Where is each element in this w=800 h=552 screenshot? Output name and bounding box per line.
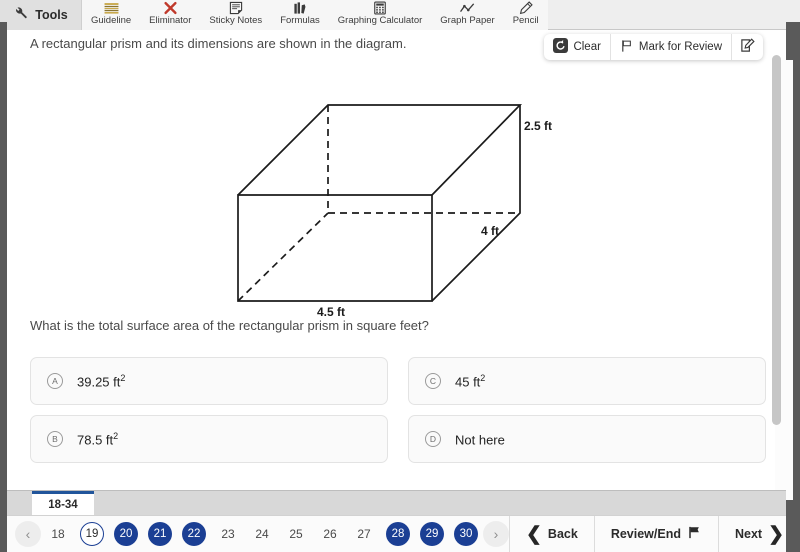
answer-choice-c[interactable]: C 45 ft2 bbox=[408, 357, 766, 405]
pager-page-23[interactable]: 23 bbox=[211, 521, 245, 547]
eliminator-x-icon bbox=[163, 1, 178, 15]
pager-page-27[interactable]: 27 bbox=[347, 521, 381, 547]
back-label: Back bbox=[547, 527, 578, 541]
flag-icon bbox=[687, 525, 702, 543]
tool-graph-paper-label: Graph Paper bbox=[440, 15, 495, 26]
choice-letter-c: C bbox=[425, 373, 441, 389]
pager-page-18[interactable]: 18 bbox=[41, 521, 75, 547]
question-stem: A rectangular prism and its dimensions a… bbox=[30, 36, 407, 51]
pager-page-25[interactable]: 25 bbox=[279, 521, 313, 547]
answer-choices: A 39.25 ft2 C 45 ft2 B 78.5 ft2 D Not he… bbox=[30, 357, 766, 463]
tool-formulas-label: Formulas bbox=[280, 15, 320, 26]
chevron-right-bold-icon: ❯ bbox=[768, 523, 784, 545]
choice-text-a: 39.25 ft2 bbox=[77, 372, 126, 390]
prism-top-face bbox=[237, 104, 523, 196]
pager-page-24[interactable]: 24 bbox=[245, 521, 279, 547]
window-left-border bbox=[0, 22, 7, 552]
undo-circle-icon bbox=[553, 38, 569, 56]
pencil-icon bbox=[519, 1, 533, 15]
guideline-icon bbox=[103, 1, 120, 15]
question-prompt: What is the total surface area of the re… bbox=[30, 318, 429, 333]
tool-sticky-notes-label: Sticky Notes bbox=[209, 15, 263, 26]
tool-eliminator-label: Eliminator bbox=[149, 15, 192, 26]
tool-graphing-calculator[interactable]: Graphing Calculator bbox=[328, 0, 432, 30]
clear-label: Clear bbox=[573, 41, 601, 53]
calculator-icon bbox=[373, 1, 387, 15]
tool-graph-paper[interactable]: Graph Paper bbox=[431, 0, 504, 30]
answer-choice-d[interactable]: D Not here bbox=[408, 415, 766, 463]
question-pager: ‹ 18 19 20 21 22 23 24 25 26 27 28 29 30… bbox=[7, 521, 509, 547]
pager-page-21[interactable]: 21 bbox=[143, 521, 177, 547]
question-actions: Clear Mark for Review bbox=[544, 34, 763, 60]
pager-page-30[interactable]: 30 bbox=[449, 521, 483, 547]
top-toolbar: Tools Guideline Eliminator Sticky Notes … bbox=[0, 0, 800, 30]
flag-icon bbox=[620, 39, 634, 56]
navigation-buttons: ❮ Back Review/End Next ❯ bbox=[509, 515, 800, 552]
answer-choice-b[interactable]: B 78.5 ft2 bbox=[30, 415, 388, 463]
clear-button[interactable]: Clear bbox=[544, 34, 611, 60]
wrench-icon bbox=[13, 5, 28, 25]
content-scrollbar-thumb[interactable] bbox=[772, 55, 781, 425]
review-end-label: Review/End bbox=[610, 527, 681, 541]
prism-hidden-diagonal-edge bbox=[237, 212, 329, 302]
prism-right-face bbox=[431, 105, 521, 302]
pager-page-19[interactable]: 19 bbox=[75, 521, 109, 547]
tool-guideline-label: Guideline bbox=[91, 15, 132, 26]
choice-letter-a: A bbox=[47, 373, 63, 389]
tool-pencil-label: Pencil bbox=[512, 15, 539, 26]
answer-choice-a[interactable]: A 39.25 ft2 bbox=[30, 357, 388, 405]
next-label: Next bbox=[734, 527, 763, 541]
tools-button[interactable]: Tools bbox=[0, 0, 82, 30]
chevron-left-icon: ‹ bbox=[25, 526, 31, 542]
pager-next-button[interactable]: › bbox=[483, 521, 509, 547]
pager-prev-button[interactable]: ‹ bbox=[15, 521, 41, 547]
tools-label: Tools bbox=[35, 8, 68, 22]
prism-front-face bbox=[237, 194, 433, 302]
dimension-label-depth: 4 ft bbox=[481, 224, 499, 238]
mark-for-review-button[interactable]: Mark for Review bbox=[611, 34, 732, 60]
pager-page-20[interactable]: 20 bbox=[109, 521, 143, 547]
choice-letter-b: B bbox=[47, 431, 63, 447]
pager-page-29[interactable]: 29 bbox=[415, 521, 449, 547]
bottom-navigation-bar: ‹ 18 19 20 21 22 23 24 25 26 27 28 29 30… bbox=[7, 515, 786, 552]
tab-18-34[interactable]: 18-34 bbox=[32, 491, 94, 516]
choice-letter-d: D bbox=[425, 431, 441, 447]
tool-sticky-notes[interactable]: Sticky Notes bbox=[200, 0, 272, 30]
choice-text-b: 78.5 ft2 bbox=[77, 430, 119, 448]
tool-graphing-calculator-label: Graphing Calculator bbox=[337, 15, 423, 26]
mark-for-review-label: Mark for Review bbox=[638, 41, 722, 53]
next-button[interactable]: Next ❯ bbox=[717, 515, 800, 552]
review-end-button[interactable]: Review/End bbox=[593, 515, 718, 552]
pager-page-28[interactable]: 28 bbox=[381, 521, 415, 547]
back-button[interactable]: ❮ Back bbox=[509, 515, 594, 552]
choice-text-d: Not here bbox=[455, 432, 505, 448]
dimension-label-height: 2.5 ft bbox=[524, 119, 553, 133]
pager-page-22[interactable]: 22 bbox=[177, 521, 211, 547]
prism-diagram: 2.5 ft 4 ft 4.5 ft bbox=[7, 58, 786, 323]
note-edit-icon bbox=[740, 38, 755, 56]
formulas-icon bbox=[293, 1, 307, 15]
sticky-notes-icon bbox=[229, 1, 243, 15]
chevron-left-bold-icon: ❮ bbox=[526, 523, 542, 545]
tool-guideline[interactable]: Guideline bbox=[82, 0, 141, 30]
chevron-right-icon: › bbox=[493, 526, 499, 542]
notes-button[interactable] bbox=[732, 34, 763, 60]
test-player-window: Tools Guideline Eliminator Sticky Notes … bbox=[0, 0, 800, 552]
choice-text-c: 45 ft2 bbox=[455, 372, 486, 390]
tool-pencil[interactable]: Pencil bbox=[503, 0, 548, 30]
question-pane: A rectangular prism and its dimensions a… bbox=[7, 30, 793, 500]
dimension-label-width: 4.5 ft bbox=[317, 305, 346, 319]
tool-eliminator[interactable]: Eliminator bbox=[140, 0, 201, 30]
tool-formulas[interactable]: Formulas bbox=[271, 0, 329, 30]
section-tab-strip: 18-34 bbox=[7, 490, 786, 516]
graph-paper-icon bbox=[459, 1, 476, 15]
pager-page-26[interactable]: 26 bbox=[313, 521, 347, 547]
